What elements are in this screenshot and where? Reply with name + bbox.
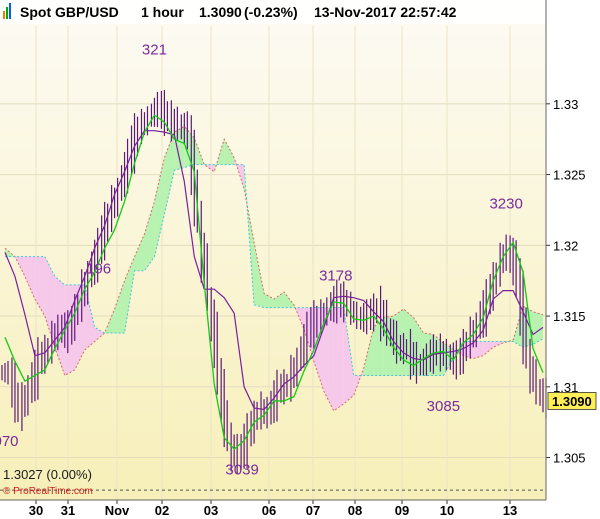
copyright-label: © ProRealTime.com [3, 486, 93, 497]
y-tick-label: 1.305 [553, 451, 586, 466]
x-tick-label: 08 [348, 503, 362, 518]
y-tick-label: 1.325 [553, 168, 586, 183]
plot-background [0, 0, 546, 500]
y-tick-label: 1.315 [553, 309, 586, 324]
x-tick-label: 03 [204, 503, 218, 518]
price-annotation: 3230 [489, 196, 522, 213]
header-change: (-0.23%) [244, 4, 298, 20]
timeframe-label: 1 hour [141, 4, 184, 20]
reference-label: 1.3027 (0.00%) [3, 467, 92, 482]
x-tick-label: 02 [155, 503, 169, 518]
header-datetime: 13-Nov-2017 22:57:42 [314, 4, 457, 20]
cloud-bull-segment [174, 126, 185, 171]
x-tick-label: 07 [306, 503, 320, 518]
x-tick-label: 30 [29, 503, 43, 518]
x-tick-label: Nov [105, 503, 130, 518]
price-annotation: 070 [0, 433, 19, 450]
price-annotation: 3178 [319, 268, 352, 285]
price-annotation: 3039 [225, 462, 258, 479]
chart-window: 321 196 070 3039 3178 3085 3230 Spot GBP/USD 1… [0, 0, 600, 519]
x-tick-label: 13 [503, 503, 517, 518]
cloud-bull-segment [393, 308, 404, 376]
last-price-label: 1.3090 [552, 394, 592, 409]
price-chart[interactable]: 321 196 070 3039 3178 3085 3230 Spot GBP/USD 1… [0, 0, 600, 519]
header-price: 1.3090 [199, 4, 242, 20]
x-tick-label: 06 [262, 503, 276, 518]
axis-background [546, 0, 600, 519]
instrument-label: Spot GBP/USD [20, 4, 119, 20]
price-annotation: 321 [142, 41, 167, 58]
x-tick-label: 10 [440, 503, 454, 518]
cloud-bull-segment [403, 308, 414, 376]
price-annotation: 3085 [427, 398, 460, 415]
x-tick-label: 09 [395, 503, 409, 518]
y-tick-label: 1.32 [553, 238, 578, 253]
cloud-bear-segment [64, 284, 75, 376]
price-annotation: 196 [86, 261, 111, 278]
cloud-bear-segment [333, 307, 344, 411]
y-tick-label: 1.33 [553, 97, 578, 112]
x-tick-label: 31 [61, 503, 75, 518]
